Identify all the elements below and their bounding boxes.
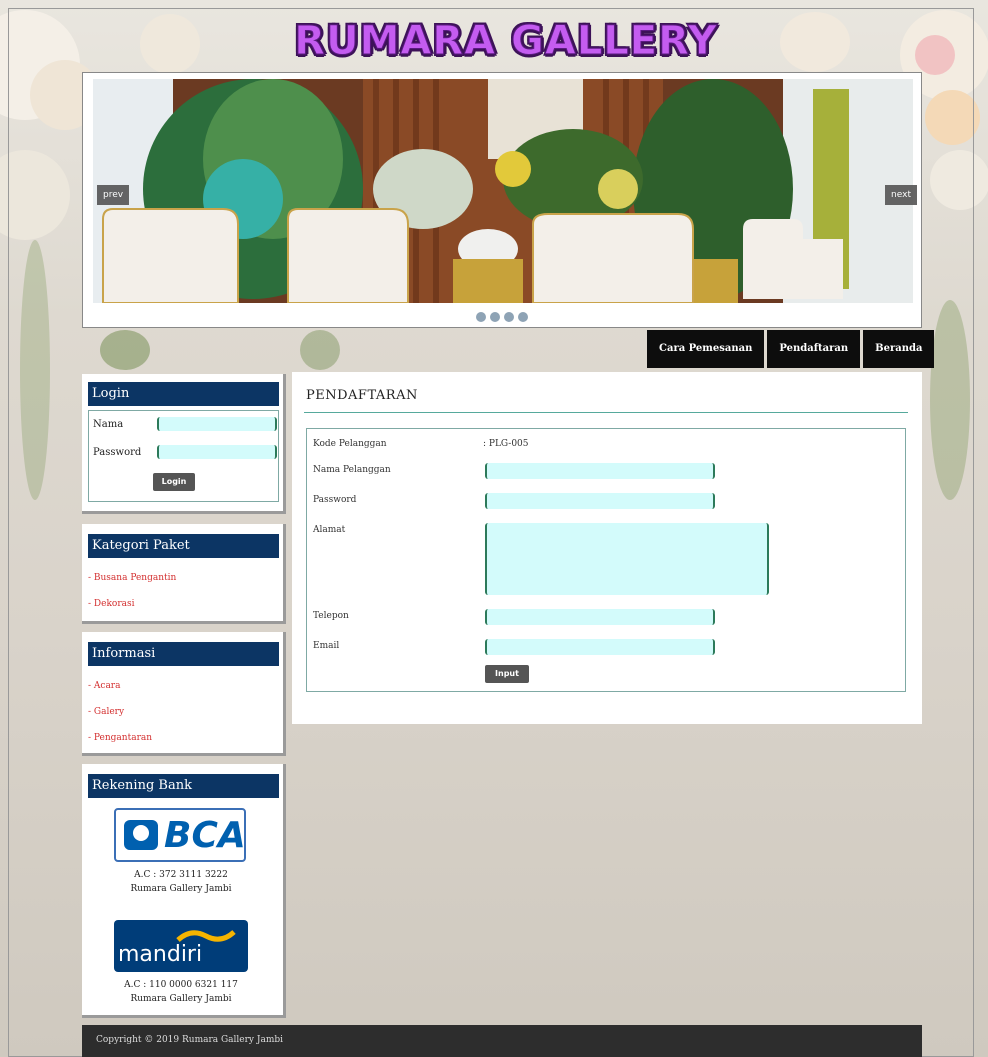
password-label: Password xyxy=(313,495,357,505)
kode-pelanggan-label: Kode Pelanggan xyxy=(313,439,387,449)
kategori-link-busana[interactable]: - Busana Pengantin xyxy=(88,572,283,584)
bca-logo-text: BCA xyxy=(164,815,246,856)
nav-pendaftaran[interactable]: Pendaftaran xyxy=(767,330,861,368)
mandiri-logo-text: mandiri xyxy=(118,942,203,967)
login-form: Nama Password Login xyxy=(88,410,279,502)
image-slider: prev next xyxy=(82,72,922,328)
footer: Copyright © 2019 Rumara Gallery Jambi xyxy=(82,1025,922,1057)
slider-dot[interactable] xyxy=(490,312,500,322)
login-password-input[interactable] xyxy=(157,445,277,459)
footer-copyright: Copyright © 2019 Rumara Gallery Jambi xyxy=(96,1035,284,1045)
informasi-link-pengantaran[interactable]: - Pengantaran xyxy=(88,732,283,744)
informasi-link-galery[interactable]: - Galery xyxy=(88,706,283,718)
login-nama-label: Nama xyxy=(93,419,124,430)
login-password-label: Password xyxy=(93,447,142,458)
main-nav: Cara Pemesanan Pendaftaran Beranda xyxy=(644,330,935,368)
informasi-box: Informasi - Acara - Galery - Pengantaran xyxy=(82,632,286,756)
title-divider xyxy=(304,412,908,413)
nav-beranda[interactable]: Beranda xyxy=(863,330,935,368)
rekening-box: Rekening Bank BCA A.C : 372 3111 3222 Ru… xyxy=(82,764,286,1018)
bca-holder: Rumara Gallery Jambi xyxy=(130,884,232,894)
telepon-input[interactable] xyxy=(485,609,715,625)
submit-button[interactable]: Input xyxy=(485,665,529,683)
mandiri-account: A.C : 110 0000 6321 117 xyxy=(124,980,238,990)
informasi-title: Informasi xyxy=(88,642,279,666)
mandiri-logo: mandiri xyxy=(114,920,248,972)
nama-pelanggan-input[interactable] xyxy=(485,463,715,479)
password-input[interactable] xyxy=(485,493,715,509)
rekening-title: Rekening Bank xyxy=(88,774,279,798)
main-content: PENDAFTARAN Kode Pelanggan : PLG-005 Nam… xyxy=(292,372,922,724)
informasi-link-acara[interactable]: - Acara xyxy=(88,680,283,692)
alamat-label: Alamat xyxy=(313,525,346,535)
registration-form: Kode Pelanggan : PLG-005 Nama Pelanggan … xyxy=(306,428,906,692)
login-title: Login xyxy=(88,382,279,406)
bca-account: A.C : 372 3111 3222 xyxy=(134,870,228,880)
alamat-textarea[interactable] xyxy=(485,523,769,595)
kategori-link-dekorasi[interactable]: - Dekorasi xyxy=(88,598,283,610)
kategori-box: Kategori Paket - Busana Pengantin - Deko… xyxy=(82,524,286,624)
login-nama-input[interactable] xyxy=(157,417,277,431)
bca-emblem-icon xyxy=(124,820,158,850)
bca-logo: BCA xyxy=(114,808,246,862)
slider-dot[interactable] xyxy=(476,312,486,322)
login-button[interactable]: Login xyxy=(153,473,195,491)
telepon-label: Telepon xyxy=(313,611,349,621)
kode-pelanggan-value: : PLG-005 xyxy=(483,439,529,449)
slide-image xyxy=(93,79,913,303)
nama-pelanggan-label: Nama Pelanggan xyxy=(313,465,391,475)
mandiri-holder: Rumara Gallery Jambi xyxy=(130,994,232,1004)
site-title: RUMARA GALLERY JAMBI xyxy=(294,18,718,123)
slider-next-button[interactable]: next xyxy=(885,185,917,205)
page-title: PENDAFTARAN xyxy=(306,388,418,403)
slider-dots xyxy=(83,307,921,326)
email-label: Email xyxy=(313,641,340,651)
slider-dot[interactable] xyxy=(518,312,528,322)
email-input[interactable] xyxy=(485,639,715,655)
slider-prev-button[interactable]: prev xyxy=(97,185,130,205)
nav-cara-pemesanan[interactable]: Cara Pemesanan xyxy=(647,330,765,368)
wedding-decor-image xyxy=(93,79,913,303)
slider-dot[interactable] xyxy=(504,312,514,322)
login-box: Login Nama Password Login xyxy=(82,374,286,514)
kategori-title: Kategori Paket xyxy=(88,534,279,558)
